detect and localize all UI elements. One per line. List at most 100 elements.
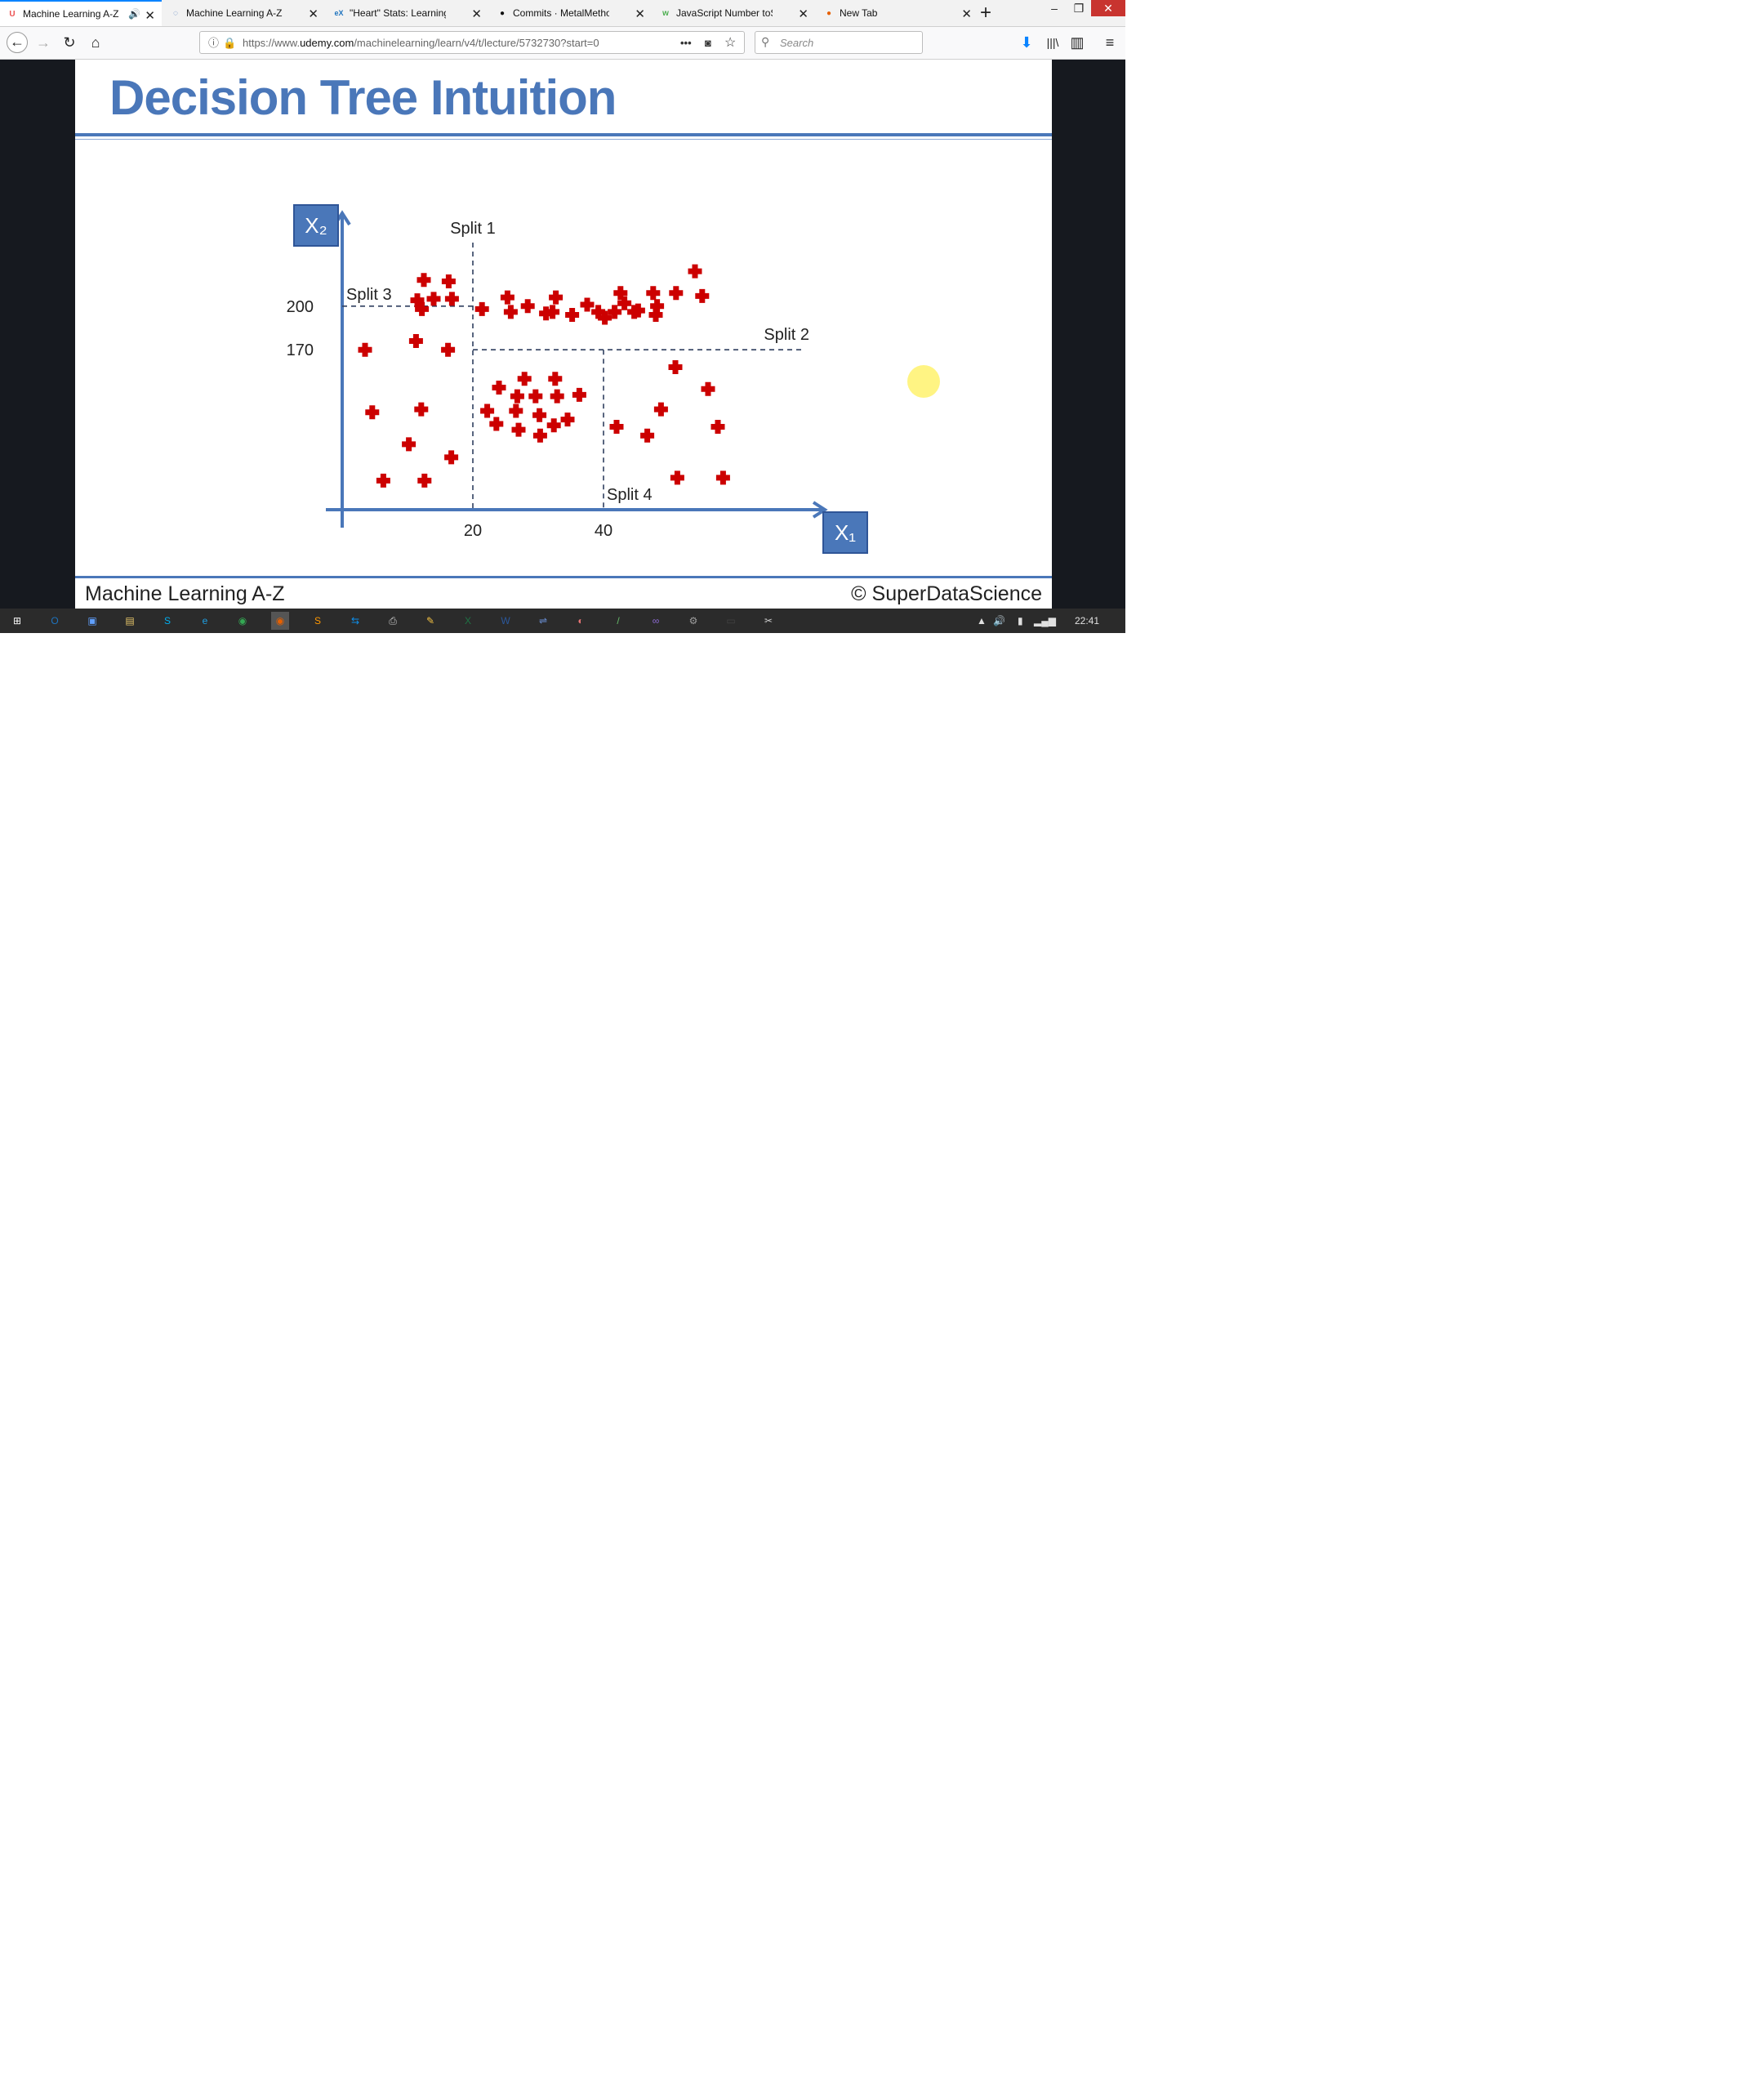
library-icon: |||\ [1046, 36, 1059, 49]
terminal-icon[interactable]: ▭ [722, 612, 740, 630]
data-point-cross [509, 404, 523, 418]
data-point-cross [669, 286, 684, 301]
split-label: Split 3 [346, 286, 392, 304]
color-picker-icon[interactable]: ◐ [572, 612, 590, 630]
tab-machine-learning-udemy[interactable]: U Machine Learning A-Z 🔊 ✕ [0, 0, 162, 26]
url-prefix: https://www. [243, 37, 301, 49]
data-point-cross [444, 450, 459, 465]
forward-button[interactable]: → [33, 32, 54, 53]
network-icon[interactable]: ▣ [83, 612, 101, 630]
url-text: https://www.udemy.com/machinelearning/le… [243, 32, 599, 55]
tab-javascript[interactable]: w JavaScript Number toString ✕ [653, 0, 815, 26]
paint-icon[interactable]: ✎ [421, 612, 439, 630]
close-icon[interactable]: ✕ [635, 7, 645, 21]
page-actions-button[interactable]: ••• [680, 32, 692, 55]
close-window-button[interactable]: ✕ [1091, 0, 1125, 16]
downloads-button[interactable]: ⬇ [1016, 32, 1037, 53]
close-icon[interactable]: ✕ [961, 7, 972, 21]
minimize-button[interactable]: – [1042, 0, 1067, 16]
volume-icon[interactable]: 🔊 [993, 609, 1005, 633]
battery-icon[interactable]: ▮ [1018, 609, 1023, 633]
home-icon: ⌂ [91, 34, 100, 51]
excel-icon[interactable]: X [459, 612, 477, 630]
settings-icon[interactable]: ⚙ [684, 612, 702, 630]
close-icon[interactable]: ✕ [471, 7, 482, 21]
restore-button[interactable]: ❐ [1067, 0, 1091, 16]
address-bar[interactable]: ⓘ 🔒 https://www.udemy.com/machinelearnin… [199, 31, 745, 54]
tab-commits[interactable]: ● Commits · MetalMethod/N ✕ [490, 0, 652, 26]
tray-arrow-icon[interactable]: ▲ [977, 609, 987, 633]
data-point-cross [560, 412, 575, 427]
visual-studio-icon[interactable]: ∞ [647, 612, 665, 630]
tab-heart-stats[interactable]: eX "Heart" Stats: Learning to ✕ [327, 0, 488, 26]
data-point-cross [402, 437, 416, 452]
menu-button[interactable]: ≡ [1099, 32, 1120, 53]
data-point-cross [701, 381, 715, 396]
close-icon[interactable]: ✕ [308, 7, 318, 21]
video-player[interactable]: Decision Tree Intuition X₂ X₁ 20 40 170 200 Sp… [0, 60, 1125, 609]
data-point-cross [503, 305, 518, 319]
sublime-icon[interactable]: S [309, 612, 327, 630]
library-button[interactable]: |||\ [1042, 32, 1063, 53]
tab-machine-learning-a-z[interactable]: ◌ Machine Learning A-Z™: H ✕ [163, 0, 325, 26]
bookmark-star-icon[interactable]: ☆ [724, 32, 736, 55]
data-point-cross [549, 290, 564, 305]
back-button[interactable]: ← [7, 32, 28, 53]
reload-icon: ↻ [63, 34, 76, 51]
data-point-cross [653, 402, 668, 417]
home-button[interactable]: ⌂ [85, 32, 106, 53]
file-explorer-icon[interactable]: ▤ [121, 612, 139, 630]
remote-icon[interactable]: ⇌ [534, 612, 552, 630]
firefox-icon: ● [826, 8, 832, 18]
tab-bar: U Machine Learning A-Z 🔊 ✕ ◌ Machine Lea… [0, 0, 1125, 27]
download-arrow-icon: ⬇ [1020, 34, 1033, 51]
data-point-cross [492, 380, 506, 395]
skype-icon[interactable]: S [158, 612, 176, 630]
close-icon[interactable]: ✕ [145, 8, 155, 23]
data-point-cross [646, 286, 661, 301]
snipping-icon[interactable]: ✂ [760, 612, 777, 630]
navigation-bar: ← → ↻ ⌂ ⓘ 🔒 https://www.udemy.com/machin… [0, 27, 1125, 60]
data-point-cross [572, 387, 586, 402]
footer-course-name: Machine Learning A-Z [85, 582, 285, 605]
pocket-icon[interactable]: ◙ [705, 32, 711, 55]
data-point-cross [414, 402, 429, 417]
data-point-cross [408, 334, 423, 349]
teamviewer-icon[interactable]: ⇆ [346, 612, 364, 630]
sidebar-icon: ▥ [1070, 34, 1085, 51]
chrome-icon[interactable]: ◉ [234, 612, 252, 630]
new-tab-button[interactable]: + [980, 2, 991, 25]
tab-new-tab[interactable]: ● New Tab ✕ [817, 0, 978, 26]
internet-explorer-icon[interactable]: e [196, 612, 214, 630]
back-arrow-icon: ← [10, 33, 24, 50]
data-point-cross [565, 307, 580, 322]
hamburger-menu-icon: ≡ [1105, 34, 1115, 51]
printer-icon[interactable]: ⎙ [384, 612, 402, 630]
speaker-icon[interactable]: 🔊 [128, 8, 140, 20]
search-input[interactable]: Search [755, 31, 923, 54]
pen-icon[interactable]: / [609, 612, 627, 630]
split-label: Split 1 [450, 220, 496, 238]
data-point-cross [715, 470, 730, 485]
w3schools-icon: w [662, 8, 669, 18]
outlook-icon[interactable]: O [46, 612, 64, 630]
close-icon[interactable]: ✕ [798, 7, 808, 21]
taskbar-clock[interactable]: 22:41 [1075, 609, 1099, 633]
data-point-cross [365, 405, 380, 420]
speech-bubble-icon: ◌ [173, 8, 178, 18]
data-point-cross [532, 428, 547, 443]
x-axis-label: X₁ [835, 520, 856, 545]
y-axis-label: X₂ [305, 213, 327, 238]
wifi-icon[interactable]: ▂▄▆ [1034, 609, 1056, 633]
data-point-cross [548, 372, 563, 386]
data-point-cross [528, 389, 543, 404]
forward-arrow-icon: → [36, 34, 51, 51]
windows-start-icon[interactable]: ⊞ [8, 612, 26, 630]
reload-button[interactable]: ↻ [59, 32, 80, 53]
word-icon[interactable]: W [497, 612, 514, 630]
firefox-icon[interactable]: ◉ [271, 612, 289, 630]
info-icon[interactable]: ⓘ [208, 32, 219, 55]
tab-title: JavaScript Number toString [676, 7, 773, 19]
data-point-cross [500, 290, 514, 305]
sidebar-button[interactable]: ▥ [1067, 32, 1088, 53]
